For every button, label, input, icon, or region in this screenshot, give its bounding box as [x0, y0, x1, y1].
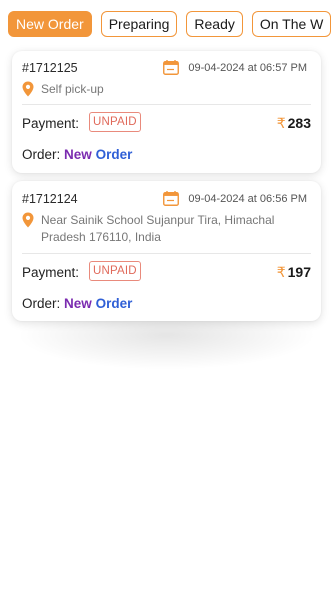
order-card[interactable]: #1712124 09-04-2024 at 06:56 PM Near Sai…: [12, 181, 321, 321]
order-status-label: Order:: [22, 296, 61, 311]
payment-status-badge: UNPAID: [89, 261, 141, 281]
order-date-text: 09-04-2024 at 06:56 PM: [188, 192, 307, 205]
divider: [22, 104, 311, 105]
order-amount: ₹ 197: [277, 264, 311, 281]
order-status-value-order: Order: [95, 296, 133, 311]
order-address: Self pick-up: [22, 81, 309, 98]
location-pin-icon: [22, 212, 34, 228]
order-status-value-order: Order: [95, 147, 133, 162]
order-id: #1712124: [22, 192, 78, 206]
address-text: Self pick-up: [41, 82, 104, 96]
payment-label: Payment:: [22, 116, 80, 131]
order-status: Order: New Order: [22, 147, 132, 162]
payment-label: Payment:: [22, 265, 80, 280]
calendar-icon: [163, 191, 180, 206]
calendar-icon: [163, 60, 180, 75]
amount-value: 283: [287, 115, 311, 131]
tab-preparing[interactable]: Preparing: [100, 11, 178, 37]
address-text: Near Sainik School Sujanpur Tira, Himach…: [41, 213, 275, 244]
order-date: 09-04-2024 at 06:56 PM: [163, 191, 307, 206]
order-status-value-new: New: [64, 296, 92, 311]
payment-status-badge: UNPAID: [89, 112, 141, 132]
order-status-value-new: New: [64, 147, 92, 162]
rupee-icon: ₹: [276, 115, 286, 131]
order-date: 09-04-2024 at 06:57 PM: [163, 60, 307, 75]
order-date-text: 09-04-2024 at 06:57 PM: [188, 61, 307, 74]
amount-value: 197: [287, 264, 311, 280]
orders-screen: New Order Preparing Ready On The W #1712…: [0, 0, 333, 592]
divider: [22, 253, 311, 254]
rupee-icon: ₹: [276, 264, 286, 280]
order-status-tabs: New Order Preparing Ready On The W: [8, 11, 333, 39]
order-status: Order: New Order: [22, 296, 132, 311]
order-address: Near Sainik School Sujanpur Tira, Himach…: [22, 212, 309, 246]
order-card[interactable]: #1712125 09-04-2024 at 06:57 PM Self pic…: [12, 51, 321, 173]
order-status-label: Order:: [22, 147, 61, 162]
order-id: #1712125: [22, 61, 78, 75]
tab-ready[interactable]: Ready: [186, 11, 243, 37]
order-amount: ₹ 283: [277, 115, 311, 132]
tab-on-the-way[interactable]: On The W: [251, 11, 332, 37]
tab-new-order[interactable]: New Order: [8, 11, 92, 37]
location-pin-icon: [22, 81, 34, 97]
